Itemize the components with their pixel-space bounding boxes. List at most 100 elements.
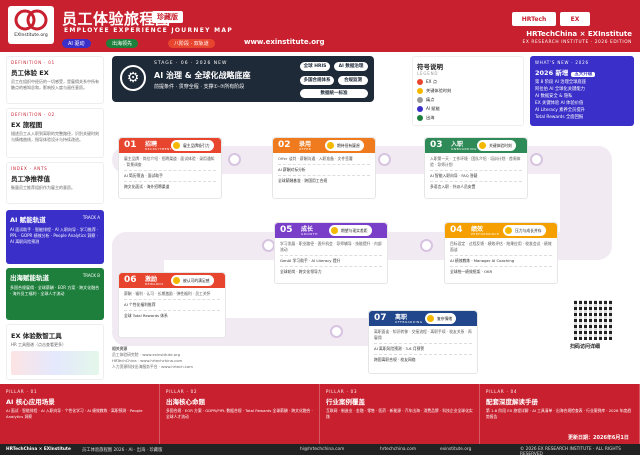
stage-body: 学习发展 · 职业路径 · 晋升机会 · 导师辅导 · 技能提升 · 内部流动 … <box>275 238 387 278</box>
stage-number: 04 <box>450 225 463 235</box>
resource-link[interactable]: 人力资源科技出海服务平台 · www.hrtech.com <box>112 364 193 370</box>
track-ai-tag: TRACK A <box>82 215 100 220</box>
hero-sub: 前提条件 · 贯穿全程 · 支撑①-⑦所有阶段 <box>154 84 245 90</box>
new-line: AI 数据安全 & 隐私 <box>535 94 573 99</box>
pillar-global[interactable]: PILLAR · 02 出海核心命题 多国合规 · EOR 方案 · GDPR/… <box>160 384 320 444</box>
stage-header: 05 成长 GROWTH 期望与现实差距 <box>275 223 387 238</box>
header: EXInstitute.org 员工体验旅程图 珍藏版 EMPLOYEE EXP… <box>0 0 640 52</box>
stage-body: 目标设定 · 过程反馈 · 绩效评估 · 结果应用 · 校准会议 · 绩效面谈 … <box>445 238 557 278</box>
def1-title: 员工体验 EX <box>11 69 49 77</box>
legend: 符号说明 LEGEND EX 点 关键体验时刻 痛点 AI 赋能 出海 <box>412 56 524 126</box>
logo-text: EXInstitute.org <box>14 33 48 38</box>
stage-onboarding[interactable]: 03 入职 ONBOARDING 关键体验时刻 入职第一天 · 工作环境 · 团… <box>424 137 528 199</box>
whats-new: WHAT'S NEW · 2026 2026 新增 五大升级 第 8 阶段 AI … <box>530 56 634 126</box>
stage-offboarding[interactable]: 07 离职 OFFBOARDING 复杂情绪 离职面谈 · 知识转移 · 交接流… <box>368 310 478 374</box>
stage-global: 多语言入职 · 外派人员安置 <box>430 181 522 190</box>
hero-title: AI 治理 & 全球化战略底座 <box>154 71 251 80</box>
btn-compliance[interactable]: 多国合规体系 <box>300 76 334 85</box>
stage-ai: AI 智能入职向导 · FAQ 答疑 <box>430 170 522 179</box>
stage-touchpoints: Offer 谈判 · 薪酬沟通 · 入职准备 · 文件签署 <box>278 156 353 161</box>
emotion-badge: 被认可的满足感 <box>171 275 214 286</box>
emotion-badge: 压力与成长并存 <box>503 225 546 236</box>
btn-data-standard[interactable]: 数据统一标准 <box>300 89 368 98</box>
stage-header: 02 录用 OFFER 期待但有疑虑 <box>273 138 375 153</box>
stage-touchpoints: 学习发展 · 职业路径 · 晋升机会 · 导师辅导 · 技能提升 · 内部流动 <box>280 241 382 252</box>
stage-offer[interactable]: 02 录用 OFFER 期待但有疑虑 Offer 谈判 · 薪酬沟通 · 入职准… <box>272 137 376 199</box>
footer-email[interactable]: hi@hrtechchina.com <box>300 447 344 452</box>
hrtech-logo[interactable]: HRTech <box>512 12 556 26</box>
tools-title: EX 体验数智工具 <box>11 332 62 340</box>
pillars-bar: PILLAR · 01 AI 核心应用场景 AI 面试 · 智能排程 · AI … <box>0 384 640 444</box>
stage-header: 04 绩效 PERFORMANCE 压力与成长并存 <box>445 223 557 238</box>
stage-en: PERFORMANCE <box>471 232 500 236</box>
footer-site-2[interactable]: exinstitute.org <box>440 447 471 452</box>
stage-rewards[interactable]: 06 激励 REWARDS 被认可的满足感 薪酬 · 福利 · 认可 · 长期激… <box>118 272 226 338</box>
stage-touchpoints: 离职面谈 · 知识转移 · 交接流程 · 离职手续 · 校友关系 · 再雇佣 <box>374 329 472 340</box>
tools-card[interactable]: EX 体验数智工具 HR 工具图谱（点击查看更多） <box>6 324 104 380</box>
track-global[interactable]: 出海赋能轨道 TRACK B 多国合规雇佣 · 全球薪酬 · EOR 方案 · … <box>6 268 104 320</box>
def3-body: 衡量员工推荐组织作为雇主的意愿。 <box>11 185 75 190</box>
tools-thumbnail[interactable] <box>11 351 99 375</box>
btn-monitor[interactable]: 合规监测 <box>338 76 368 85</box>
stage-en: RECRUITMENT <box>145 147 173 151</box>
stage-en: ONBOARDING <box>451 147 477 151</box>
qr-code-overlay <box>574 300 614 340</box>
def1-body: 员工在组织中经历的一切感受，是雇佣关系中所有触点的感知总和，影响投入度与留任意愿… <box>11 79 99 90</box>
stage-en: GROWTH <box>301 232 318 236</box>
track-ai[interactable]: AI 赋能轨道 TRACK A AI 面试助手 · 智能排程 · AI 入职向导… <box>6 210 104 264</box>
stage-number: 06 <box>124 275 137 285</box>
foundation-icon: ⚙ <box>120 65 146 91</box>
footer: HRTechChina × EXInstitute 员工体验旅程图 2026 ·… <box>0 444 640 455</box>
pillar-cases[interactable]: PILLAR · 03 行业案例覆盖 互联网 · 制造业 · 金融 · 零售 ·… <box>320 384 480 444</box>
stage-growth[interactable]: 05 成长 GROWTH 期望与现实差距 学习发展 · 职业路径 · 晋升机会 … <box>274 222 388 284</box>
stage-global: 跨国离职合规 · 校友网络 <box>374 354 472 363</box>
emotion-badge: 关键体验时刻 <box>477 140 516 151</box>
stage-performance[interactable]: 04 绩效 PERFORMANCE 压力与成长并存 目标设定 · 过程反馈 · … <box>444 222 558 284</box>
track-global-body: 多国合规雇佣 · 全球薪酬 · EOR 方案 · 跨文化融合 · 海外员工福利 … <box>10 285 100 296</box>
stage-ai: AI 简历筛选 · 面试助手 <box>124 170 216 179</box>
stage-number: 03 <box>430 140 443 150</box>
footer-site-1[interactable]: hrtechchina.com <box>380 447 416 452</box>
definition-ex: DEFINITION · 01 员工体验 EX 员工在组织中经历的一切感受，是雇… <box>6 56 104 104</box>
legend-tag: LEGEND <box>417 71 439 76</box>
header-brand-block: HRTechChina × EXInstitute EX RESEARCH IN… <box>523 30 632 45</box>
exinstitute-logo[interactable]: EXInstitute.org <box>8 6 54 44</box>
stage-global: 全球统一绩效框架 · OKR <box>450 266 552 275</box>
moment-icon <box>417 88 423 94</box>
stage-global: 跨文化面试 · 海外招聘渠道 <box>124 181 216 190</box>
partner-logos: HRTech EX <box>512 12 622 26</box>
pill-stages[interactable]: 八阶段 · 双轨道 <box>168 39 215 48</box>
stage-body: 离职面谈 · 知识转移 · 交接流程 · 离职手续 · 校友关系 · 再雇佣 A… <box>369 326 477 366</box>
emotion-badge: 期望与现实差距 <box>329 225 372 236</box>
site-url[interactable]: www.exinstitute.org <box>244 38 325 46</box>
definition-enps: INDEX · ANTS 员工净推荐值 衡量员工推荐组织作为雇主的意愿。 <box>6 162 104 204</box>
stage-ai: AI 个性化福利推荐 <box>124 299 220 308</box>
stage-body: 雇主品牌 · 岗位介绍 · 招聘渠道 · 面试体验 · 录用通知 · 背景调查 … <box>119 153 221 193</box>
foundation-banner: ⚙ STAGE · 06 · 2026 NEW AI 治理 & 全球化战略底座 … <box>112 56 374 102</box>
stage-header: 03 入职 ONBOARDING 关键体验时刻 <box>425 138 527 153</box>
pillar-ai[interactable]: PILLAR · 01 AI 核心应用场景 AI 面试 · 智能排程 · AI … <box>0 384 160 444</box>
btn-global-hris[interactable]: 全球 HRIS <box>300 62 330 71</box>
stage-number: 01 <box>124 140 137 150</box>
ai-icon <box>417 106 423 112</box>
stage-global: 全球轮岗 · 跨文化领导力 <box>280 266 382 275</box>
pillar-body: 第 1-8 阶段 EX 旅程详解 · AI 工具清单 · 出海合规检查表 · 行… <box>486 408 632 419</box>
pill-ai[interactable]: AI 驱动 <box>62 39 91 48</box>
def1-tag: DEFINITION · 01 <box>11 60 55 65</box>
research-text: EX RESEARCH INSTITUTE · 2026 EDITION <box>522 40 632 45</box>
ex-point-icon <box>417 79 423 85</box>
legend-item: 关键体验时刻 <box>417 88 519 94</box>
pill-global[interactable]: 出海领先 <box>106 39 139 48</box>
stage-ai: AI 离职风险预测 · 3-6 月预警 <box>374 343 472 352</box>
legend-title: 符号说明 <box>417 63 443 71</box>
stage-recruitment[interactable]: 01 招聘 RECRUITMENT 雇主品牌吸引力 雇主品牌 · 岗位介绍 · … <box>118 137 222 199</box>
pillar-body: 互联网 · 制造业 · 金融 · 零售 · 医药 · 新能源 · 汽车出海 · … <box>326 408 473 419</box>
btn-ai-governance[interactable]: AI 数据治理 <box>334 62 368 71</box>
qr-label: 扫码访问详细 <box>570 344 601 350</box>
journey-node <box>378 153 391 166</box>
ex-logo[interactable]: EX <box>560 12 590 26</box>
stage-body: Offer 谈判 · 薪酬沟通 · 入职准备 · 文件签署 AI 薪酬对标分析 … <box>273 153 375 187</box>
track-global-tag: TRACK B <box>82 273 100 278</box>
legend-item: EX 点 <box>417 79 519 85</box>
resources: 相关资源 员工体验研究院 · www.exinstitute.org HRTec… <box>112 346 193 370</box>
